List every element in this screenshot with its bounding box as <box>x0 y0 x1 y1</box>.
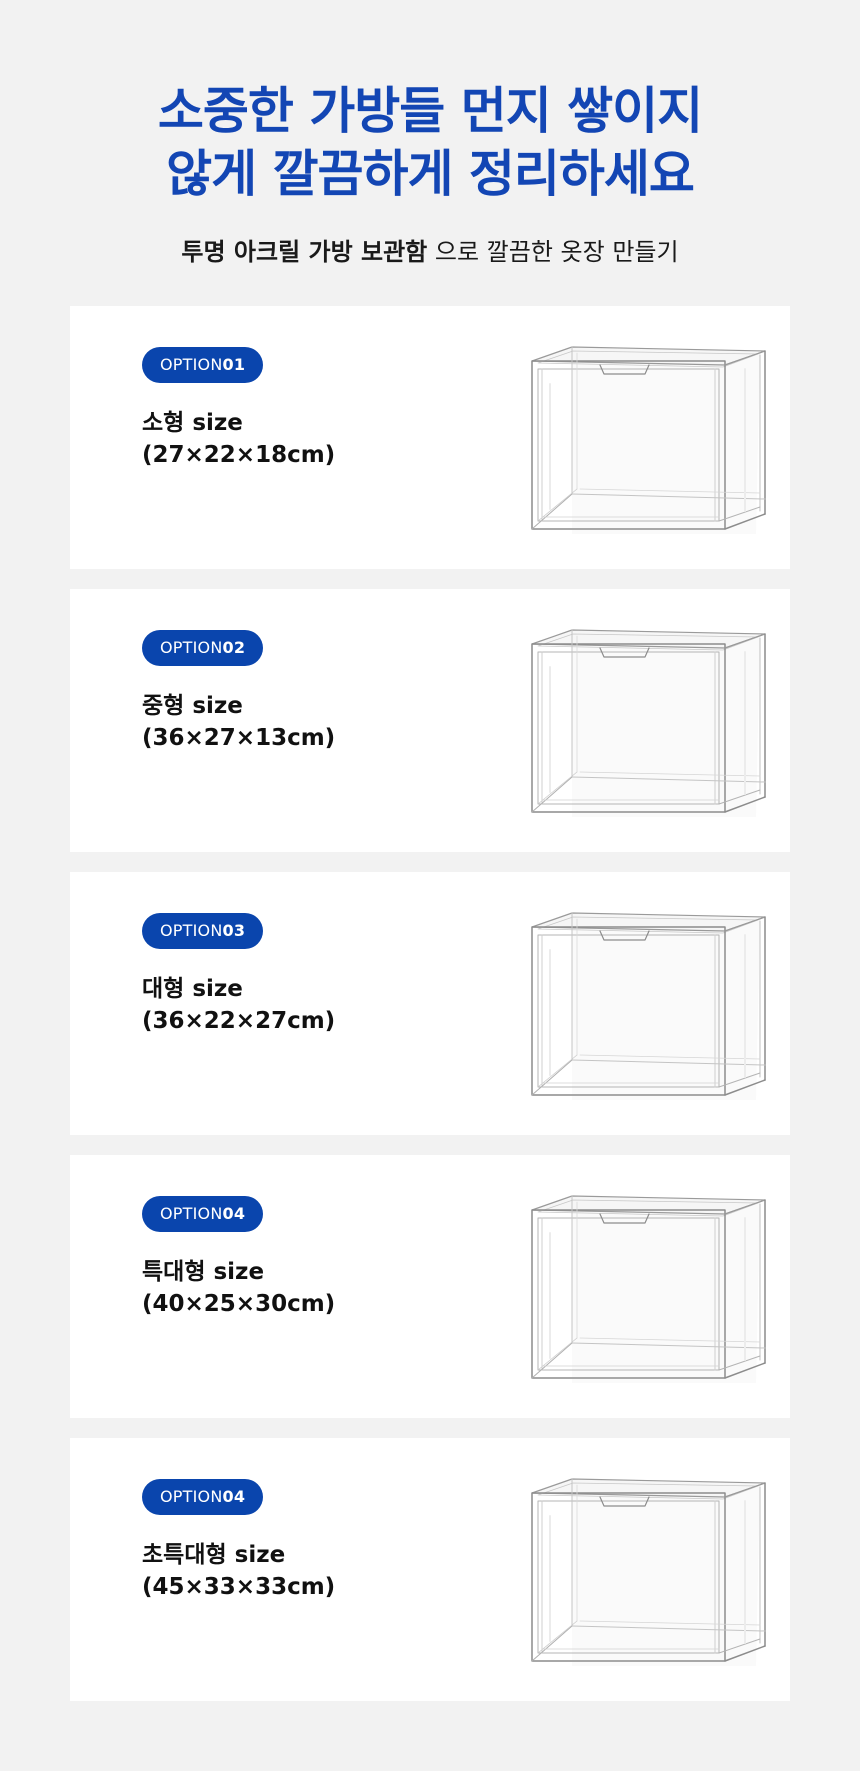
option-size-name: 중형 size <box>142 693 243 719</box>
option-badge-number: 04 <box>222 1204 246 1223</box>
option-badge-prefix: OPTION <box>160 638 223 657</box>
option-badge: OPTION04 <box>142 1479 264 1515</box>
option-size-name: 초특대형 size <box>142 1542 286 1568</box>
option-badge-prefix: OPTION <box>160 1487 223 1506</box>
option-size-name: 소형 size <box>142 410 243 436</box>
option-badge-number: 01 <box>222 355 246 374</box>
hero-subtitle-rest: 으로 깔끔한 옷장 만들기 <box>427 238 679 266</box>
option-dimensions: (36×22×27cm) <box>142 1008 336 1034</box>
option-size-name: 대형 size <box>142 976 243 1002</box>
option-card-5: OPTION04 초특대형 size (45×33×33cm) <box>70 1438 790 1701</box>
option-card-4: OPTION04 특대형 size (40×25×30cm) <box>70 1155 790 1418</box>
option-card-2: OPTION02 중형 size (36×27×13cm) <box>70 589 790 852</box>
option-badge: OPTION01 <box>142 347 264 383</box>
option-badge: OPTION04 <box>142 1196 264 1232</box>
option-badge-number: 02 <box>222 638 246 657</box>
clear-acrylic-box-icon <box>531 912 766 1100</box>
hero-subtitle-bold: 투명 아크릴 가방 보관함 <box>181 238 428 266</box>
option-dimensions: (36×27×13cm) <box>142 725 336 751</box>
hero-title: 소중한 가방들 먼지 쌓이지 않게 깔끔하게 정리하세요 <box>0 80 860 206</box>
option-size-name: 특대형 size <box>142 1259 265 1285</box>
option-badge-number: 03 <box>222 921 246 940</box>
clear-acrylic-box-icon <box>531 346 766 534</box>
clear-acrylic-box-icon <box>531 629 766 817</box>
option-dimensions: (40×25×30cm) <box>142 1291 336 1317</box>
option-card-1: OPTION01 소형 size (27×22×18cm) <box>70 306 790 569</box>
option-badge-prefix: OPTION <box>160 921 223 940</box>
option-card-3: OPTION03 대형 size (36×22×27cm) <box>70 872 790 1135</box>
option-badge-number: 04 <box>222 1487 246 1506</box>
option-badge: OPTION02 <box>142 630 264 666</box>
clear-acrylic-box-icon <box>531 1195 766 1383</box>
hero-subtitle: 투명 아크릴 가방 보관함 으로 깔끔한 옷장 만들기 <box>0 232 860 267</box>
clear-acrylic-box-icon <box>531 1478 766 1666</box>
option-badge-prefix: OPTION <box>160 355 223 374</box>
option-badge-prefix: OPTION <box>160 1204 223 1223</box>
option-dimensions: (45×33×33cm) <box>142 1574 336 1600</box>
option-badge: OPTION03 <box>142 913 264 949</box>
hero-title-line-2: 않게 깔끔하게 정리하세요 <box>166 145 695 203</box>
hero-title-line-1: 소중한 가방들 먼지 쌓이지 <box>157 82 703 140</box>
option-dimensions: (27×22×18cm) <box>142 442 336 468</box>
